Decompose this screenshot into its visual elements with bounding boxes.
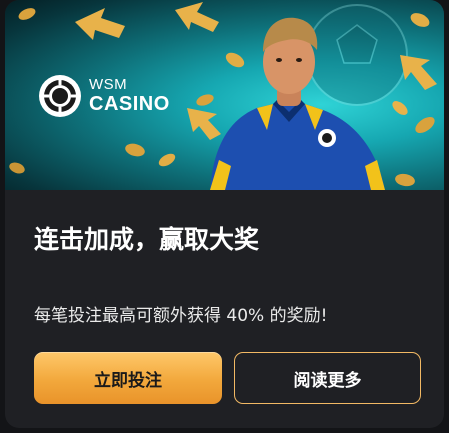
brand-logo: WSM CASINO [39,75,170,117]
brand-top-text: WSM [89,76,128,93]
bet-now-button[interactable]: 立即投注 [34,352,222,404]
read-more-label: 阅读更多 [293,370,362,391]
promo-card: WSM CASINO 连击加成，赢取大奖 每笔投注最高可额外获得 40% 的奖励… [5,0,444,428]
promo-title: 连击加成，赢取大奖 [34,225,260,254]
brand-bottom-text: CASINO [89,93,170,115]
wsm-casino-logo-icon [39,75,81,117]
read-more-button[interactable]: 阅读更多 [234,352,421,404]
promo-description: 每笔投注最高可额外获得 40% 的奖励! [34,306,328,326]
soccer-ball-icon [306,4,408,106]
brand-wordmark: WSM CASINO [89,76,170,116]
bet-now-label: 立即投注 [94,370,162,391]
promo-banner: WSM CASINO [5,0,444,190]
